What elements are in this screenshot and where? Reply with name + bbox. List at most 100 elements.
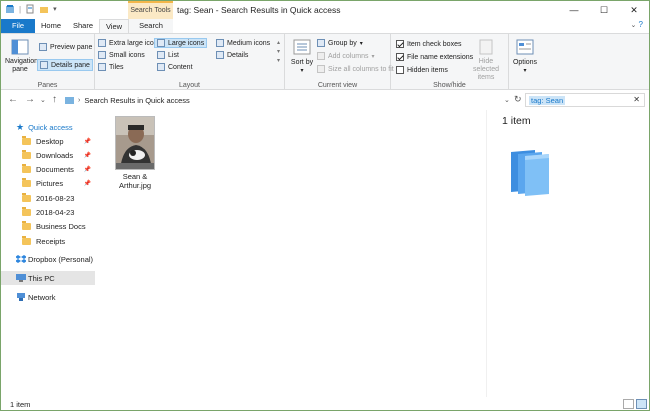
add-columns-dropdown-icon: ▾: [371, 53, 375, 60]
search-query-text[interactable]: tag: Sean: [529, 95, 566, 105]
details-pane-label: Details pane: [51, 61, 90, 69]
folder-icon: [22, 178, 31, 188]
file-name-label[interactable]: Sean & Arthur.jpg: [101, 172, 169, 190]
forward-arrow-icon[interactable]: →: [25, 94, 35, 105]
ribbon-group-layout: Extra large icons Large icons Medium ico…: [95, 34, 285, 91]
nav-dropbox[interactable]: Dropbox (Personal): [1, 252, 95, 266]
minimize-button[interactable]: —: [559, 1, 589, 19]
ribbon-collapse-and-help[interactable]: ⌄ ?: [630, 20, 643, 29]
file-name-extensions-label: File name extensions: [407, 53, 474, 61]
chevron-down-icon[interactable]: ⌄: [630, 22, 636, 29]
photo-thumbnail[interactable]: [115, 116, 155, 170]
nav-network[interactable]: Network: [1, 290, 95, 304]
nav-folder-item[interactable]: Business Docs: [1, 220, 95, 234]
file-list-area[interactable]: Sean & Arthur.jpg: [95, 110, 486, 397]
close-button[interactable]: ✕: [619, 1, 649, 19]
nav-folder-item[interactable]: Pictures 📌: [1, 177, 95, 191]
item-check-boxes-toggle[interactable]: Item check boxes: [396, 40, 461, 48]
tab-home[interactable]: Home: [35, 19, 67, 33]
nav-folder-item[interactable]: Receipts: [1, 234, 95, 248]
details-view-toggle-icon[interactable]: [623, 399, 634, 409]
tab-share[interactable]: Share: [67, 19, 99, 33]
window-controls: — ☐ ✕: [559, 1, 649, 19]
explorer-window: | ▾ Search Tools tag: Sean - Search Resu…: [0, 0, 650, 411]
sort-by-icon: [293, 39, 311, 55]
options-button[interactable]: Options ▾: [511, 39, 539, 75]
nav-folder-item[interactable]: Desktop 📌: [1, 134, 95, 148]
ribbon: Navigation pane Preview pane Details pan…: [1, 33, 649, 91]
file-name-extensions-checkbox[interactable]: [396, 53, 404, 61]
details-pane-button[interactable]: Details pane: [37, 59, 93, 71]
tab-search[interactable]: Search: [129, 19, 173, 33]
breadcrumb-location[interactable]: Search Results in Quick access: [84, 96, 189, 105]
pin-icon[interactable]: 📌: [84, 180, 91, 187]
nav-folder-label: Downloads: [36, 150, 74, 160]
group-by-dropdown-icon: ▾: [359, 40, 363, 47]
status-bar: 1 item: [1, 397, 649, 410]
nav-folder-item[interactable]: Documents 📌: [1, 163, 95, 177]
group-by-button[interactable]: Group by ▾: [317, 39, 363, 47]
ribbon-group-show-hide: Item check boxes File name extensions Hi…: [391, 34, 509, 91]
help-icon[interactable]: ?: [639, 20, 643, 29]
up-arrow-icon[interactable]: ↑: [52, 94, 57, 105]
nav-this-pc[interactable]: This PC: [1, 271, 95, 285]
large-icons-view-toggle-icon[interactable]: [636, 399, 647, 409]
properties-icon[interactable]: [25, 4, 35, 14]
maximize-button[interactable]: ☐: [589, 1, 619, 19]
folder-icon: [22, 135, 31, 145]
layout-details[interactable]: Details: [216, 51, 248, 59]
layout-scroll-arrows[interactable]: ▴ ▾ ▾: [277, 39, 280, 66]
preview-pane-button[interactable]: Preview pane: [39, 43, 92, 51]
navigation-pane-button[interactable]: Navigation pane: [5, 39, 38, 74]
nav-folder-item[interactable]: Downloads 📌: [1, 148, 95, 162]
app-folder-icon: [6, 5, 14, 13]
details-pane-icon: [40, 61, 48, 69]
layout-small-icons[interactable]: Small icons: [98, 51, 145, 59]
size-columns-icon: [317, 65, 325, 73]
preview-pane-label: Preview pane: [50, 43, 93, 51]
pin-icon[interactable]: 📌: [84, 152, 91, 159]
hidden-items-toggle[interactable]: Hidden items: [396, 66, 448, 74]
nav-folder-item[interactable]: 2018-04-23: [1, 206, 95, 220]
address-field[interactable]: › Search Results in Quick access: [64, 93, 525, 107]
folder-icon: [22, 192, 31, 202]
hide-selected-items-button[interactable]: Hide selected items: [467, 39, 505, 82]
recent-dropdown-icon[interactable]: ⌄: [40, 96, 46, 104]
layout-tiles[interactable]: Tiles: [98, 63, 124, 71]
add-columns-button[interactable]: Add columns ▾: [317, 52, 374, 60]
back-arrow-icon[interactable]: ←: [8, 94, 18, 105]
size-all-columns-button[interactable]: Size all columns to fit: [317, 65, 394, 73]
nav-dropbox-label: Dropbox (Personal): [28, 254, 94, 264]
tab-file[interactable]: File: [1, 19, 35, 33]
item-check-boxes-checkbox[interactable]: [396, 40, 404, 48]
large-icons-icon: [157, 39, 165, 47]
file-name-extensions-toggle[interactable]: File name extensions: [396, 53, 473, 61]
layout-large-icons[interactable]: Large icons: [153, 38, 208, 48]
sort-by-button[interactable]: Sort by ▾: [290, 39, 314, 75]
layout-content[interactable]: Content: [157, 63, 193, 71]
layout-list[interactable]: List: [157, 51, 179, 59]
refresh-icon[interactable]: ↻: [514, 94, 522, 105]
hidden-items-checkbox[interactable]: [396, 66, 404, 74]
address-dropdown-icon[interactable]: ⌄: [504, 96, 510, 104]
computer-icon: [16, 274, 26, 282]
breadcrumb-chevron-icon[interactable]: ›: [78, 97, 80, 104]
list-label: List: [168, 51, 179, 59]
nav-quick-access[interactable]: ★ Quick access: [1, 120, 95, 134]
clear-search-icon[interactable]: ✕: [633, 95, 640, 104]
pin-icon[interactable]: 📌: [84, 166, 91, 173]
tab-view[interactable]: View: [99, 19, 129, 33]
search-box[interactable]: tag: Sean ✕: [525, 93, 645, 107]
nav-folder-item[interactable]: 2016-08-23: [1, 191, 95, 205]
qat-dropdown-icon[interactable]: ▾: [53, 5, 57, 13]
layout-medium-icons[interactable]: Medium icons: [216, 39, 270, 47]
tiles-icon: [98, 63, 106, 71]
layout-group-label: Layout: [178, 82, 201, 89]
group-by-icon: [317, 39, 325, 47]
nav-folder-label: 2018-04-23: [36, 208, 75, 217]
file-name-line2: Arthur.jpg: [118, 181, 152, 190]
new-folder-icon[interactable]: [39, 4, 49, 14]
layout-extra-large-icons[interactable]: Extra large icons: [98, 39, 161, 47]
folder-icon: [22, 164, 31, 174]
pin-icon[interactable]: 📌: [84, 138, 91, 145]
